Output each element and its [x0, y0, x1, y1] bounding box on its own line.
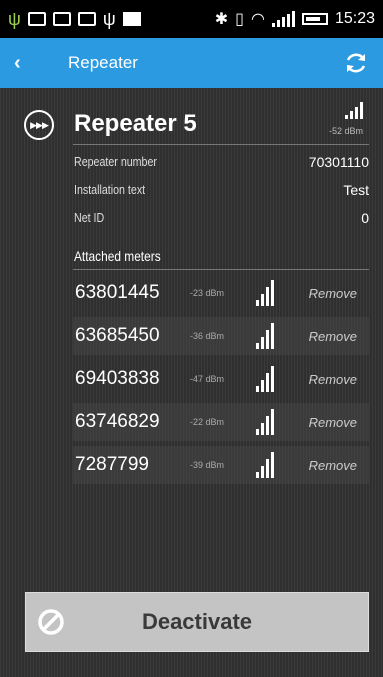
meter-dbm: -23 dBm: [190, 288, 225, 298]
meter-dbm: -36 dBm: [190, 331, 225, 341]
refresh-icon[interactable]: [343, 50, 369, 76]
attached-meters-label: Attached meters: [74, 248, 161, 264]
status-time: 15:23: [334, 10, 375, 27]
list-item: 7287799 -39 dBm Remove: [73, 446, 369, 484]
info-label: Net ID: [74, 210, 105, 225]
remove-button[interactable]: Remove: [309, 372, 357, 387]
list-item: 63685450 -36 dBm Remove: [73, 317, 369, 355]
repeater-title: Repeater 5: [74, 110, 197, 137]
action-bar: ‹ Repeater: [0, 38, 383, 88]
list-item: 69403838 -47 dBm Remove: [73, 360, 369, 398]
info-label: Repeater number: [74, 154, 157, 169]
meter-number: 63685450: [75, 325, 160, 346]
remove-button[interactable]: Remove: [309, 329, 357, 344]
status-bar-left: ψ ψ: [8, 9, 141, 30]
info-row-installation-text: Installation text Test: [74, 182, 369, 202]
remove-button[interactable]: Remove: [309, 286, 357, 301]
repeater-icon: ▶▶▶: [24, 110, 54, 140]
info-value: 0: [361, 210, 369, 226]
signal-icon: [256, 409, 274, 435]
info-value: 70301110: [308, 154, 369, 170]
page-title: Repeater: [68, 53, 138, 72]
photo-icon: [77, 12, 96, 26]
signal-icon: [256, 366, 274, 392]
signal-icon: [345, 102, 363, 119]
screenshot-icon: [52, 12, 71, 26]
repeater-signal: -52 dBm: [323, 102, 363, 136]
info-value: Test: [343, 182, 369, 198]
repeater-dbm: -52 dBm: [328, 126, 363, 136]
meter-dbm: -22 dBm: [190, 417, 225, 427]
divider: [73, 269, 369, 270]
meter-number: 63746829: [75, 411, 160, 432]
info-row-net-id: Net ID 0: [74, 210, 369, 230]
deactivate-button[interactable]: Deactivate: [25, 592, 369, 652]
wifi-icon: ◠: [250, 11, 265, 28]
divider: [73, 144, 369, 145]
remove-button[interactable]: Remove: [309, 415, 357, 430]
notification-icon: [27, 12, 46, 26]
battery-icon: [301, 13, 328, 25]
list-item: 63746829 -22 dBm Remove: [73, 403, 369, 441]
repeater-details: ▶▶▶ Repeater 5 -52 dBm Repeater number 7…: [0, 88, 383, 677]
meter-dbm: -39 dBm: [190, 460, 225, 470]
info-row-repeater-number: Repeater number 70301110: [74, 154, 369, 174]
signal-icon: [256, 323, 274, 349]
info-label: Installation text: [74, 182, 146, 197]
meter-dbm: -47 dBm: [190, 374, 225, 384]
remove-button[interactable]: Remove: [309, 458, 357, 473]
usb-icon: ψ: [102, 8, 116, 29]
list-item: 63801445 -23 dBm Remove: [73, 274, 369, 312]
status-bar-right: ✱ ▯ ◠ 15:23: [215, 9, 375, 29]
storage-icon: [122, 12, 141, 26]
cell-signal-icon: [271, 11, 295, 27]
meter-number: 63801445: [75, 282, 160, 303]
status-bar: ψ ψ ✱ ▯ ◠ 15:23: [0, 0, 383, 38]
meter-number: 69403838: [75, 368, 160, 389]
bluetooth-icon: ✱: [214, 11, 229, 28]
signal-icon: [256, 452, 274, 478]
deactivate-label: Deactivate: [141, 609, 253, 634]
repeater-header: ▶▶▶ Repeater 5 -52 dBm: [24, 102, 363, 144]
chevron-left-icon[interactable]: ‹: [14, 52, 38, 75]
signal-icon: [256, 280, 274, 306]
android-debug-icon: ψ: [8, 8, 21, 29]
meter-number: 7287799: [75, 454, 149, 475]
vibrate-icon: ▯: [235, 11, 244, 28]
